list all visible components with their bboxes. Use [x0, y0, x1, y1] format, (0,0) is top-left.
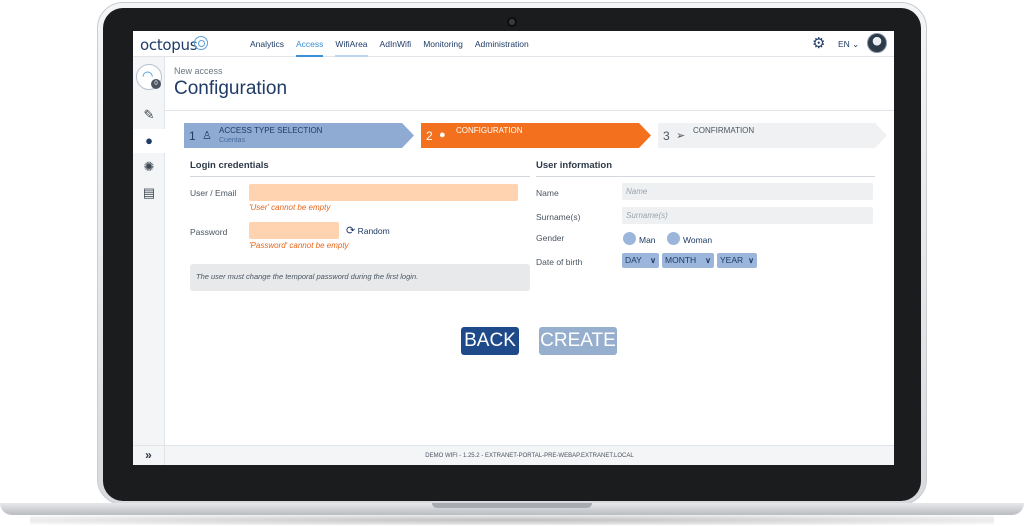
language-selector[interactable]: EN ⌄ — [838, 39, 859, 50]
laptop-notch — [432, 503, 592, 508]
dob-month-value: MONTH — [665, 255, 697, 265]
dob-year-select[interactable]: YEAR ∨ — [717, 253, 757, 268]
password-field[interactable] — [249, 222, 339, 239]
surname-label: Surname(s) — [536, 212, 581, 222]
dob-year-value: YEAR — [720, 255, 744, 265]
user-error: 'User' cannot be empty — [249, 203, 331, 212]
database-icon[interactable]: ▤ — [133, 181, 165, 205]
step-configuration[interactable]: 2 ● CONFIGURATION — [421, 123, 651, 148]
chevron-down-icon: ∨ — [650, 256, 656, 265]
settings-icon[interactable]: ✺ — [133, 155, 165, 179]
step-label: ACCESS TYPE SELECTION — [219, 126, 323, 135]
name-field[interactable]: Name — [622, 183, 873, 200]
login-section-title: Login credentials — [190, 160, 269, 171]
logo[interactable]: octopus — [140, 36, 198, 54]
random-label: Random — [357, 226, 390, 236]
step-number: 3 — [663, 129, 670, 143]
gender-man-radio[interactable] — [623, 232, 636, 245]
login-section-rule — [190, 176, 530, 177]
user-circle-icon: ● — [439, 129, 446, 141]
logo-icon — [194, 36, 208, 50]
app-screen: octopus Analytics Access WifiArea AdInWi… — [133, 31, 894, 465]
nav-access[interactable]: Access — [296, 31, 324, 57]
password-note: The user must change the temporal passwo… — [190, 264, 530, 291]
step-confirmation[interactable]: 3 ➢ CONFIRMATION — [658, 123, 887, 148]
dob-day-select[interactable]: DAY ∨ — [622, 253, 659, 268]
nav-administration[interactable]: Administration — [475, 31, 529, 57]
step-access-type[interactable]: 1 ♙ ACCESS TYPE SELECTION Cuentas — [184, 123, 414, 148]
brand-badge: 0 — [151, 79, 161, 89]
main-nav: Analytics Access WifiArea AdInWifi Monit… — [250, 31, 529, 57]
password-error: 'Password' cannot be empty — [249, 241, 349, 250]
dob-day-value: DAY — [625, 255, 642, 265]
breadcrumb: New access — [174, 66, 223, 76]
back-button[interactable]: BACK — [461, 327, 519, 355]
password-label: Password — [190, 227, 228, 237]
refresh-icon: ⟳ — [346, 225, 356, 237]
nav-wifiarea[interactable]: WifiArea — [335, 31, 368, 57]
page-title: Configuration — [174, 78, 288, 99]
gear-icon[interactable]: ⚙ — [812, 36, 825, 51]
user-email-field[interactable] — [249, 184, 518, 201]
step-sub: Cuentas — [219, 137, 246, 144]
nav-adinwifi[interactable]: AdInWifi — [380, 31, 412, 57]
create-button[interactable]: CREATE — [539, 327, 617, 355]
dob-month-select[interactable]: MONTH ∨ — [662, 253, 714, 268]
camera-icon — [507, 17, 517, 27]
top-bar: octopus Analytics Access WifiArea AdInWi… — [133, 31, 894, 57]
nav-monitoring[interactable]: Monitoring — [423, 31, 463, 57]
language-label: EN — [838, 39, 850, 49]
step-label: CONFIGURATION — [456, 126, 523, 135]
chevron-down-icon: ∨ — [705, 256, 711, 265]
laptop-shadow — [30, 515, 994, 525]
nav-analytics[interactable]: Analytics — [250, 31, 284, 57]
ticket-icon[interactable]: ✎ — [133, 103, 165, 127]
step-number: 2 — [426, 129, 433, 143]
gender-woman-label: Woman — [683, 235, 713, 245]
gender-woman-radio[interactable] — [667, 232, 680, 245]
expand-sidebar-button[interactable]: » — [133, 445, 165, 465]
chevron-down-icon: ∨ — [748, 256, 754, 265]
user-info-section-rule — [536, 176, 875, 177]
avatar[interactable] — [867, 33, 887, 53]
user-circle-icon[interactable]: ● — [133, 129, 165, 153]
header-divider — [165, 110, 894, 111]
gender-label: Gender — [536, 233, 565, 243]
name-label: Name — [536, 188, 559, 198]
gender-man-label: Man — [639, 235, 656, 245]
user-info-section-title: User information — [536, 160, 613, 171]
user-outline-icon: ♙ — [202, 130, 212, 142]
step-number: 1 — [189, 129, 196, 143]
sidebar: ◠ 0 ✎ ● ✺ ▤ — [133, 57, 165, 445]
dob-label: Date of birth — [536, 257, 583, 267]
chevron-down-icon: ⌄ — [849, 39, 860, 49]
footer: DEMO WIFI - 1.25.2 - EXTRANET-PORTAL-PRE… — [165, 445, 894, 465]
user-label: User / Email — [190, 188, 237, 198]
step-label: CONFIRMATION — [693, 126, 755, 135]
surname-field[interactable]: Surname(s) — [622, 207, 873, 224]
random-password-button[interactable]: ⟳ Random — [346, 224, 390, 237]
wifi-brand[interactable]: ◠ 0 — [136, 64, 162, 90]
paper-plane-icon: ➢ — [676, 130, 686, 142]
